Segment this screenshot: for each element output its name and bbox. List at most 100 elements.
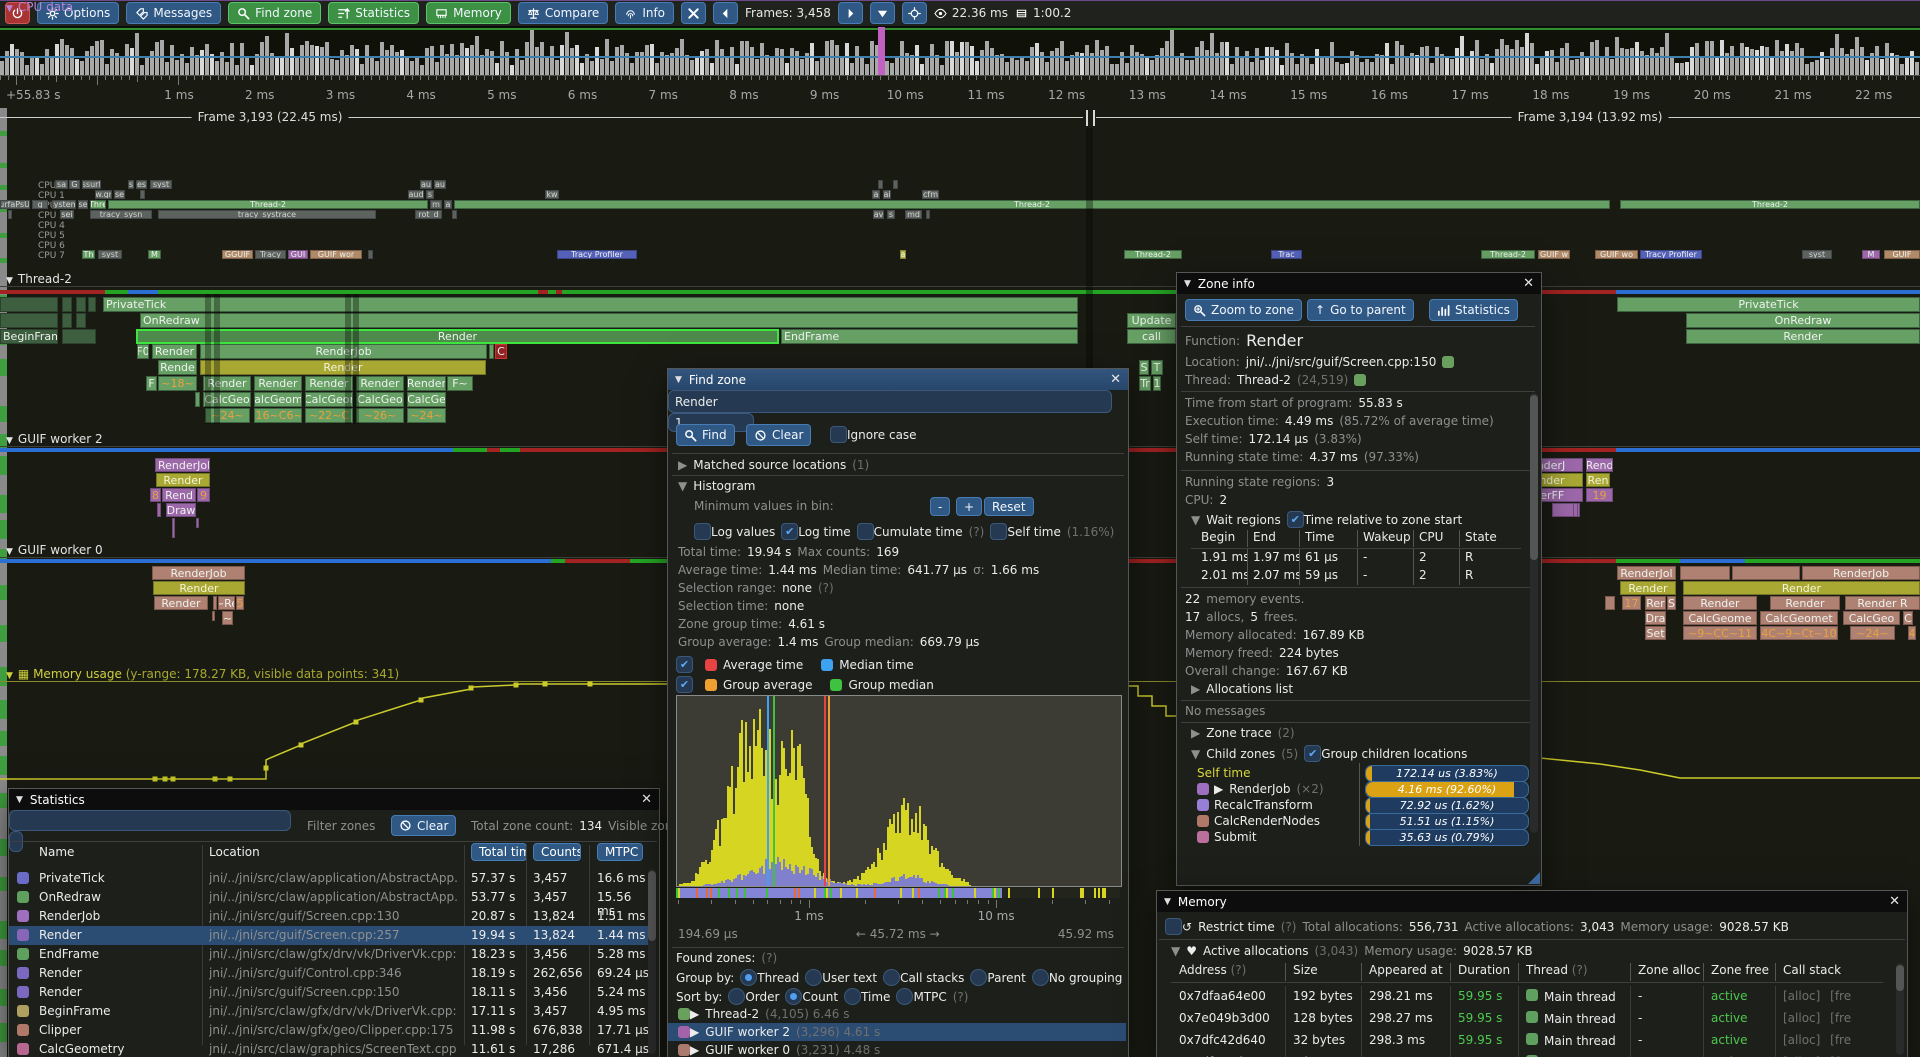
cpu-zone[interactable] bbox=[368, 250, 373, 259]
header-total[interactable]: Total tim bbox=[471, 843, 527, 861]
cpu-zone[interactable]: M bbox=[148, 250, 161, 259]
reset-button[interactable]: Reset bbox=[984, 497, 1034, 516]
timeline-zone[interactable] bbox=[212, 611, 215, 621]
timeline-zone[interactable]: RenderJob bbox=[200, 344, 487, 359]
cpu-zone[interactable]: Thread-2 bbox=[1124, 250, 1182, 259]
stats-row[interactable]: Renderjni/../jni/src/guif/Control.cpp:34… bbox=[9, 964, 651, 983]
clear-filter-button[interactable]: Clear bbox=[391, 815, 456, 836]
thread-header-guif0[interactable]: ▼GUIF worker 0 bbox=[6, 543, 103, 557]
cpu-zone[interactable]: Thread-2 bbox=[108, 200, 428, 209]
show-group-checkbox[interactable]: ✔ bbox=[676, 676, 693, 693]
timeline-ruler[interactable]: +55.83 s1 ms2 ms3 ms4 ms5 ms6 ms7 ms8 ms… bbox=[0, 75, 1920, 108]
resize-handle[interactable] bbox=[1528, 872, 1540, 884]
restrict-time-checkbox[interactable] bbox=[1165, 918, 1182, 935]
cpu-zone[interactable]: Thread-2 bbox=[454, 200, 1610, 209]
stats-row[interactable]: CalcGeometryjni/../jni/src/claw/graphics… bbox=[9, 1040, 651, 1057]
timeline-zone[interactable]: Set bbox=[1645, 626, 1666, 640]
timeline-zone[interactable]: ~Re bbox=[218, 596, 235, 610]
go-to-parent-button[interactable]: ↑Go to parent bbox=[1307, 299, 1414, 321]
histogram-plot[interactable] bbox=[676, 695, 1122, 887]
timeline-zone[interactable]: Render bbox=[153, 581, 245, 595]
cpu-zone[interactable] bbox=[8, 210, 12, 219]
child-zone-row[interactable]: Submit35.63 us (0.79%) bbox=[1177, 829, 1533, 845]
alloc-col-header[interactable]: Zone free bbox=[1711, 963, 1779, 977]
timeline-zone[interactable] bbox=[1605, 596, 1615, 610]
child-zone-row[interactable]: ▶ RenderJob(×2)4.16 ms (92.60%) bbox=[1177, 781, 1533, 797]
timeline-zone[interactable]: Ren bbox=[1586, 473, 1610, 487]
find-zone-titlebar[interactable]: ▼Find zone✕ bbox=[668, 369, 1128, 390]
scrollbar-thumb[interactable] bbox=[1530, 395, 1538, 560]
self-time-checkbox[interactable] bbox=[990, 523, 1007, 540]
wait-col-header[interactable]: Time bbox=[1305, 530, 1361, 544]
cpu-zone[interactable]: sei bbox=[60, 210, 74, 219]
search-input[interactable]: Render bbox=[668, 390, 1112, 413]
statistics-titlebar[interactable]: ▼Statistics✕ bbox=[9, 789, 659, 810]
info-button[interactable]: Info bbox=[615, 2, 674, 24]
timeline-zone[interactable] bbox=[1732, 566, 1800, 580]
timeline-zone[interactable] bbox=[196, 518, 199, 528]
wait-table-row[interactable]: 1.91 ms1.97 ms61 μs-2R bbox=[1177, 550, 1525, 567]
group-by-parent[interactable] bbox=[970, 969, 987, 986]
timeline-zone[interactable]: Render bbox=[1686, 329, 1920, 344]
allocation-row[interactable]: 0x7dfc42d64032 bytes298.3 ms59.95 sMain … bbox=[1157, 1030, 1897, 1052]
cpu-zone[interactable]: GUIF wor bbox=[310, 250, 362, 259]
cpu-zone[interactable]: GGUIF bbox=[222, 250, 253, 259]
timeline-zone[interactable] bbox=[157, 503, 161, 517]
child-zone-row[interactable]: RecalcTransform72.92 us (1.62%) bbox=[1177, 797, 1533, 813]
timeline-zone[interactable]: RenderJob bbox=[1802, 566, 1920, 580]
timeline-zone[interactable] bbox=[0, 297, 58, 312]
decrement-button[interactable]: - bbox=[930, 497, 950, 516]
cpu-zone[interactable]: a bbox=[872, 190, 880, 199]
timeline-zone[interactable]: RenderJol bbox=[155, 458, 210, 472]
cpu-zone[interactable]: GUI bbox=[288, 250, 308, 259]
compare-button[interactable]: Compare bbox=[518, 2, 608, 24]
time-relative-checkbox[interactable]: ✔ bbox=[1287, 511, 1304, 528]
timeline-zone[interactable]: 1 bbox=[1153, 376, 1161, 391]
show-average-checkbox[interactable]: ✔ bbox=[676, 656, 693, 673]
close-icon[interactable]: ✕ bbox=[1110, 372, 1121, 387]
stats-row[interactable]: PrivateTickjni/../jni/src/claw/applicati… bbox=[9, 869, 651, 888]
cpu-zone[interactable]: m bbox=[430, 200, 442, 209]
timeline-zone[interactable]: CalcGe bbox=[407, 392, 446, 407]
tools-button[interactable] bbox=[681, 2, 706, 24]
timeline-zone[interactable]: BeginFrame bbox=[0, 329, 58, 344]
allocation-row[interactable]: 0x7e049b3d00128 bytes298.27 ms59.95 sMai… bbox=[1157, 1008, 1897, 1030]
timeline-zone[interactable] bbox=[62, 313, 72, 328]
close-icon[interactable]: ✕ bbox=[1889, 894, 1900, 909]
timeline-zone[interactable] bbox=[172, 518, 175, 538]
cpu-zone[interactable]: syst bbox=[150, 180, 172, 189]
frame-label[interactable]: Frame 3,193 (22.45 ms) bbox=[192, 110, 349, 124]
timeline-zone[interactable]: Render bbox=[254, 376, 302, 391]
stats-row[interactable]: EndFramejni/../jni/src/claw/gfx/drv/vk/D… bbox=[9, 945, 651, 964]
timeline-zone[interactable]: 19 bbox=[1586, 488, 1613, 502]
cpu-zone[interactable]: a bbox=[444, 200, 452, 209]
timeline-zone[interactable]: Render bbox=[1683, 596, 1757, 610]
cpu-zone[interactable]: Tracy Profiler bbox=[1640, 250, 1702, 259]
timeline-zone[interactable]: PrivateTick bbox=[103, 297, 1078, 312]
cpu-zone[interactable]: av bbox=[873, 210, 884, 219]
statistics-button[interactable]: Statistics bbox=[1429, 299, 1518, 321]
wait-col-header[interactable]: Wakeup bbox=[1363, 530, 1417, 544]
messages-button[interactable]: Messages bbox=[126, 2, 221, 24]
timeline-zone[interactable]: Render bbox=[156, 473, 210, 487]
timeline-zone[interactable]: ~24~ bbox=[1850, 626, 1895, 640]
find-zone-button[interactable]: Find zone bbox=[228, 2, 321, 24]
timeline-zone[interactable]: PrivateTick bbox=[1617, 297, 1920, 312]
header-counts[interactable]: Counts bbox=[533, 843, 581, 861]
timeline-zone[interactable] bbox=[489, 344, 494, 359]
cpu-zone[interactable]: au bbox=[434, 180, 446, 189]
timeline-zone[interactable]: S bbox=[1667, 596, 1676, 610]
timeline-zone[interactable] bbox=[62, 297, 72, 312]
alloc-col-header[interactable]: Address (?) bbox=[1179, 963, 1289, 977]
timeline-zone[interactable]: ~26~ bbox=[356, 408, 404, 423]
next-frame-button[interactable] bbox=[838, 2, 863, 24]
clear-button[interactable]: Clear bbox=[746, 424, 811, 446]
frame-time-strip[interactable] bbox=[0, 27, 1920, 75]
cpu-zone[interactable]: es bbox=[136, 180, 147, 189]
cpu-zone[interactable]: GUIF w bbox=[1538, 250, 1570, 259]
cpu-zone[interactable] bbox=[140, 190, 145, 199]
cpu-zone[interactable]: s bbox=[426, 190, 434, 199]
timeline-zone[interactable]: Rende bbox=[158, 360, 197, 375]
timeline-zone[interactable]: Render bbox=[136, 329, 779, 344]
selected-frame-marker[interactable] bbox=[878, 27, 885, 75]
